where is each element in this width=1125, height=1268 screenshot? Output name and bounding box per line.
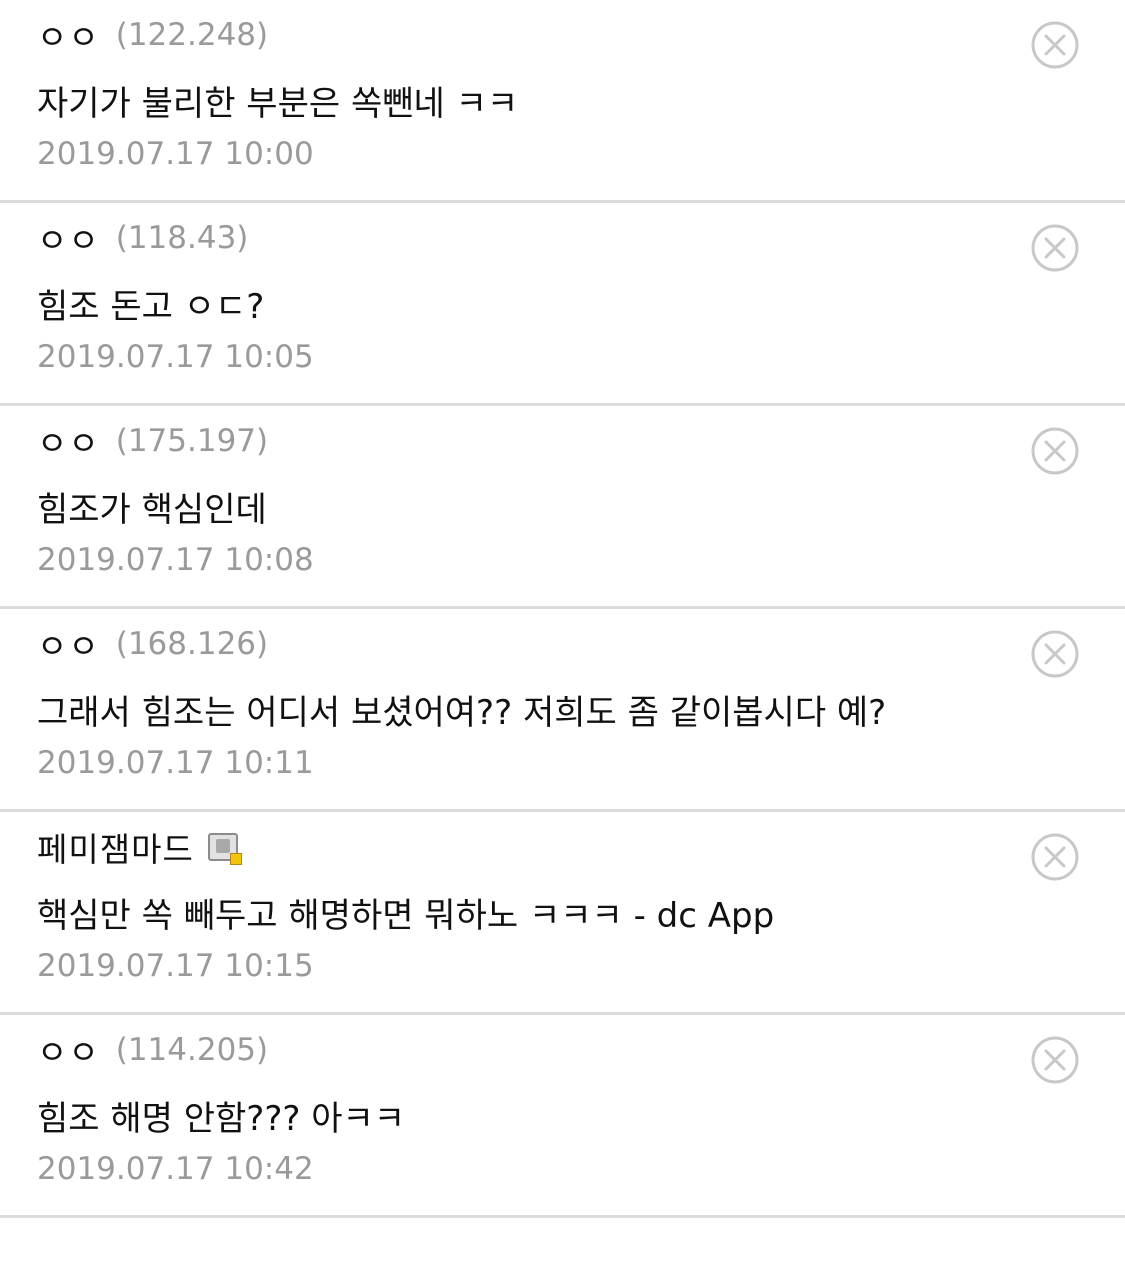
- comment-item: ㅇㅇ (114.205) 힘조 해명 안함??? 아ㅋㅋ 2019.07.17 …: [0, 1015, 1125, 1218]
- comment-ip: (168.126): [115, 626, 269, 662]
- comment-text: 힘조 돈고 ㅇㄷ?: [37, 287, 265, 327]
- comment-text: 핵심만 쏙 빼두고 해명하면 뭐하노 ㅋㅋㅋ - dc App: [37, 896, 775, 936]
- comment-item: ㅇㅇ (122.248) 자기가 불리한 부분은 쏙뺀네 ㅋㅋ 2019.07.…: [0, 0, 1125, 203]
- close-circle-icon: [1031, 224, 1079, 272]
- comment-author-line: 페미잼마드: [37, 823, 242, 871]
- comment-author-line: ㅇㅇ (118.43): [37, 214, 249, 262]
- comment-date: 2019.07.17 10:11: [37, 745, 314, 781]
- delete-comment-button[interactable]: [1030, 1035, 1080, 1085]
- comment-author[interactable]: ㅇㅇ: [37, 1026, 100, 1074]
- close-circle-icon: [1031, 833, 1079, 881]
- comment-text: 그래서 힘조는 어디서 보셨어여?? 저희도 좀 같이봅시다 예?: [37, 693, 887, 733]
- comment-author-line: ㅇㅇ (122.248): [37, 11, 269, 59]
- comment-date: 2019.07.17 10:42: [37, 1151, 314, 1187]
- comment-item: ㅇㅇ (168.126) 그래서 힘조는 어디서 보셨어여?? 저희도 좀 같이…: [0, 609, 1125, 812]
- close-circle-icon: [1031, 630, 1079, 678]
- comment-text: 힘조가 핵심인데: [37, 490, 267, 530]
- comment-author[interactable]: ㅇㅇ: [37, 417, 100, 465]
- comment-author-line: ㅇㅇ (168.126): [37, 620, 269, 668]
- delete-comment-button[interactable]: [1030, 832, 1080, 882]
- delete-comment-button[interactable]: [1030, 426, 1080, 476]
- comment-author[interactable]: ㅇㅇ: [37, 620, 100, 668]
- comment-author[interactable]: 페미잼마드: [37, 823, 194, 871]
- comment-author[interactable]: ㅇㅇ: [37, 11, 100, 59]
- comment-text: 자기가 불리한 부분은 쏙뺀네 ㅋㅋ: [37, 84, 519, 124]
- comment-ip: (175.197): [115, 423, 269, 459]
- comment-ip: (118.43): [115, 220, 249, 256]
- comment-date: 2019.07.17 10:00: [37, 136, 314, 172]
- comment-ip: (122.248): [115, 17, 269, 53]
- close-circle-icon: [1031, 1036, 1079, 1084]
- delete-comment-button[interactable]: [1030, 223, 1080, 273]
- comment-item: ㅇㅇ (118.43) 힘조 돈고 ㅇㄷ? 2019.07.17 10:05: [0, 203, 1125, 406]
- comment-item: 페미잼마드 핵심만 쏙 빼두고 해명하면 뭐하노 ㅋㅋㅋ - dc App 20…: [0, 812, 1125, 1015]
- close-circle-icon: [1031, 21, 1079, 69]
- comment-author[interactable]: ㅇㅇ: [37, 214, 100, 262]
- member-badge-icon: [207, 833, 242, 865]
- comment-text: 힘조 해명 안함??? 아ㅋㅋ: [37, 1099, 406, 1139]
- delete-comment-button[interactable]: [1030, 629, 1080, 679]
- comment-date: 2019.07.17 10:15: [37, 948, 314, 984]
- comment-ip: (114.205): [115, 1032, 269, 1068]
- comment-author-line: ㅇㅇ (175.197): [37, 417, 269, 465]
- comment-date: 2019.07.17 10:08: [37, 542, 314, 578]
- comment-date: 2019.07.17 10:05: [37, 339, 314, 375]
- comment-list: ㅇㅇ (122.248) 자기가 불리한 부분은 쏙뺀네 ㅋㅋ 2019.07.…: [0, 0, 1125, 1218]
- comment-author-line: ㅇㅇ (114.205): [37, 1026, 269, 1074]
- delete-comment-button[interactable]: [1030, 20, 1080, 70]
- comment-item: ㅇㅇ (175.197) 힘조가 핵심인데 2019.07.17 10:08: [0, 406, 1125, 609]
- badge-dot: [229, 853, 242, 865]
- close-circle-icon: [1031, 427, 1079, 475]
- badge-glyph: [215, 839, 230, 853]
